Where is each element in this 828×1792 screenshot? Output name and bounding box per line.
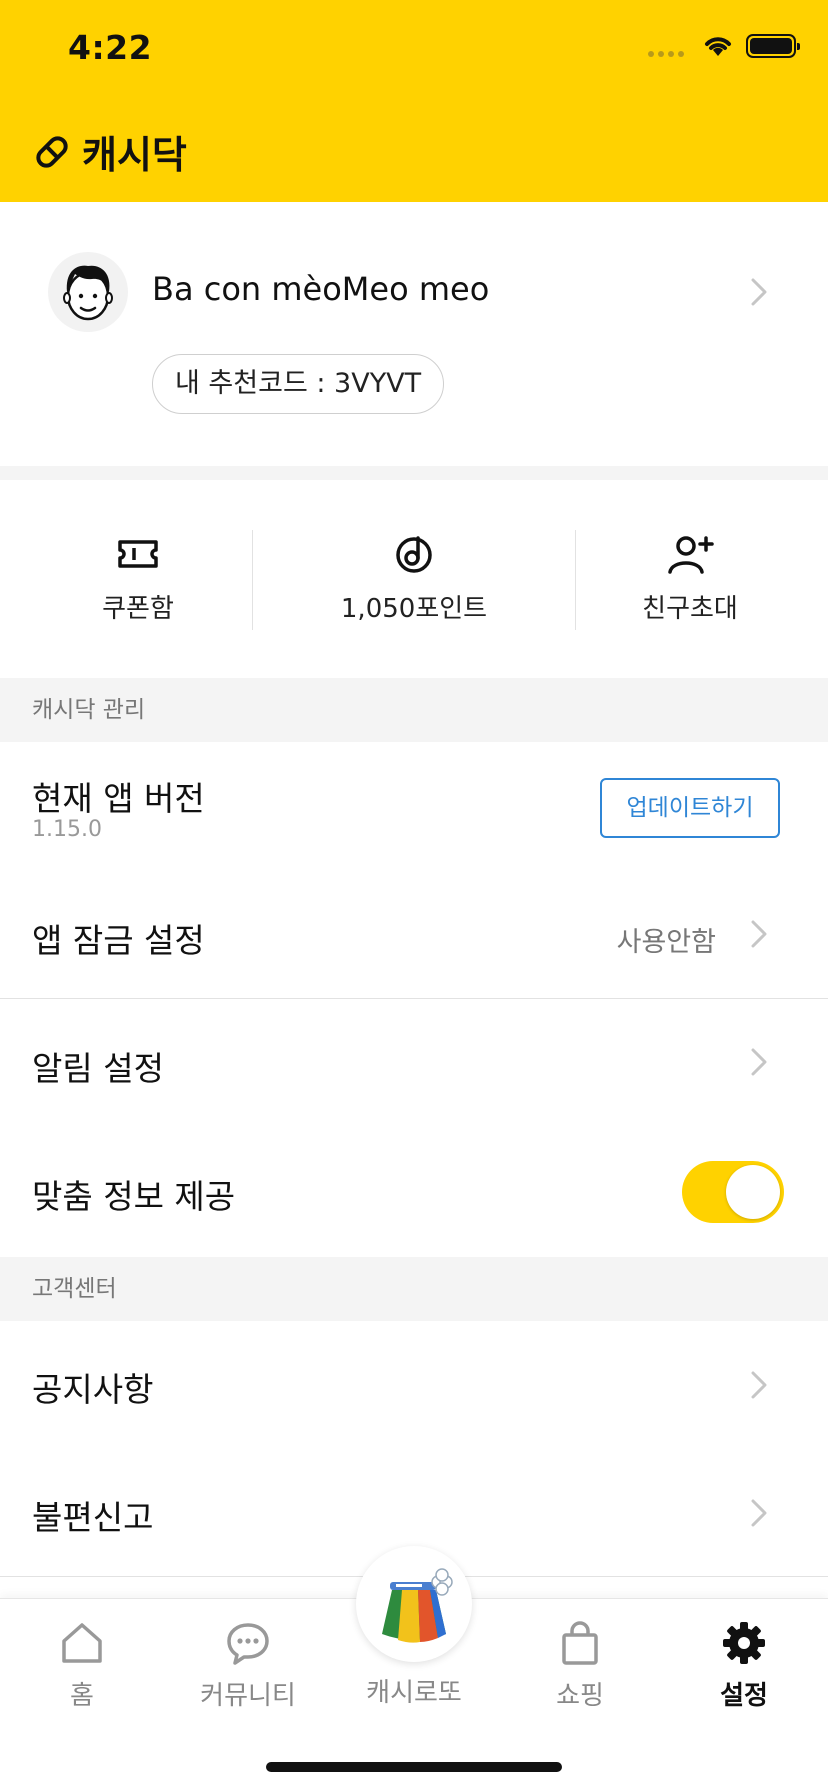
app-version-label: 현재 앱 버전 xyxy=(32,779,205,818)
chat-bubble-icon xyxy=(227,1623,269,1665)
battery-icon xyxy=(746,34,800,58)
tab-community[interactable]: 커뮤니티 xyxy=(178,1619,318,1712)
report-label: 불편신고 xyxy=(32,1498,154,1537)
toggle-knob xyxy=(726,1165,780,1219)
quick-actions: 쿠폰함 1,050포인트 친구초대 xyxy=(0,480,828,678)
lotto-icon xyxy=(382,1568,453,1643)
tab-label: 캐시로또 xyxy=(366,1678,462,1708)
section-header-manage: 캐시닥 관리 xyxy=(0,678,828,742)
chevron-right-icon xyxy=(751,1499,767,1527)
notification-settings-row[interactable]: 알림 설정 xyxy=(0,999,828,1127)
avatar-face-icon xyxy=(63,265,113,321)
tab-label: 홈 xyxy=(70,1681,94,1711)
tab-cash-lotto[interactable] xyxy=(356,1546,472,1662)
add-friend-icon xyxy=(668,536,714,574)
notification-settings-label: 알림 설정 xyxy=(32,1049,164,1088)
app-lock-label: 앱 잠금 설정 xyxy=(32,921,205,960)
referral-code-badge[interactable]: 내 추천코드 : 3VYVT xyxy=(152,354,445,414)
point-icon xyxy=(396,536,432,573)
brand: 캐시닥 xyxy=(32,124,187,179)
pill-logo-icon xyxy=(36,135,68,168)
tab-shopping[interactable]: 쇼핑 xyxy=(510,1619,650,1712)
status-time: 4:22 xyxy=(68,28,153,67)
notice-row[interactable]: 공지사항 xyxy=(0,1321,828,1449)
status-indicators xyxy=(648,34,800,58)
chevron-right-icon xyxy=(751,1371,767,1399)
wifi-icon xyxy=(705,37,731,56)
app-header: 4:22 캐시닥 xyxy=(0,0,828,202)
update-button[interactable]: 업데이트하기 xyxy=(600,778,780,838)
ticket-icon xyxy=(118,540,158,568)
quick-action-coupons[interactable]: 쿠폰함 xyxy=(0,480,276,678)
chevron-right-icon xyxy=(751,920,767,948)
tab-home[interactable]: 홈 xyxy=(12,1619,152,1712)
gear-icon xyxy=(723,1622,765,1664)
tab-label: 설정 xyxy=(720,1681,768,1711)
app-version-number: 1.15.0 xyxy=(32,817,102,842)
tab-settings[interactable]: 설정 xyxy=(674,1619,814,1712)
home-indicator xyxy=(266,1762,562,1772)
quick-action-label: 1,050포인트 xyxy=(340,594,488,624)
notice-label: 공지사항 xyxy=(32,1370,154,1409)
chevron-right-icon xyxy=(751,278,767,306)
brand-name: 캐시닥 xyxy=(82,133,187,177)
divider xyxy=(252,530,253,630)
app-lock-value: 사용안함 xyxy=(616,927,716,958)
signal-icon xyxy=(648,35,684,57)
divider xyxy=(575,530,576,630)
section-header-support: 고객센터 xyxy=(0,1257,828,1321)
profile-name: Ba con mèoMeo meo xyxy=(152,270,490,308)
avatar xyxy=(48,252,128,332)
tab-label: 쇼핑 xyxy=(556,1681,604,1711)
custom-info-toggle[interactable] xyxy=(682,1161,784,1223)
home-icon xyxy=(62,1623,102,1663)
app-lock-row[interactable]: 앱 잠금 설정 사용안함 xyxy=(0,870,828,998)
custom-info-label: 맞춤 정보 제공 xyxy=(32,1177,236,1216)
quick-action-points[interactable]: 1,050포인트 xyxy=(276,480,552,678)
tab-label: 커뮤니티 xyxy=(200,1681,296,1711)
quick-action-label: 친구초대 xyxy=(642,594,738,624)
quick-action-invite[interactable]: 친구초대 xyxy=(552,480,828,678)
quick-action-label: 쿠폰함 xyxy=(102,594,174,624)
profile-card[interactable]: Ba con mèoMeo meo 내 추천코드 : 3VYVT xyxy=(0,202,828,466)
section-spacer xyxy=(0,466,828,480)
shopping-bag-icon xyxy=(562,1621,598,1665)
chevron-right-icon xyxy=(751,1048,767,1076)
